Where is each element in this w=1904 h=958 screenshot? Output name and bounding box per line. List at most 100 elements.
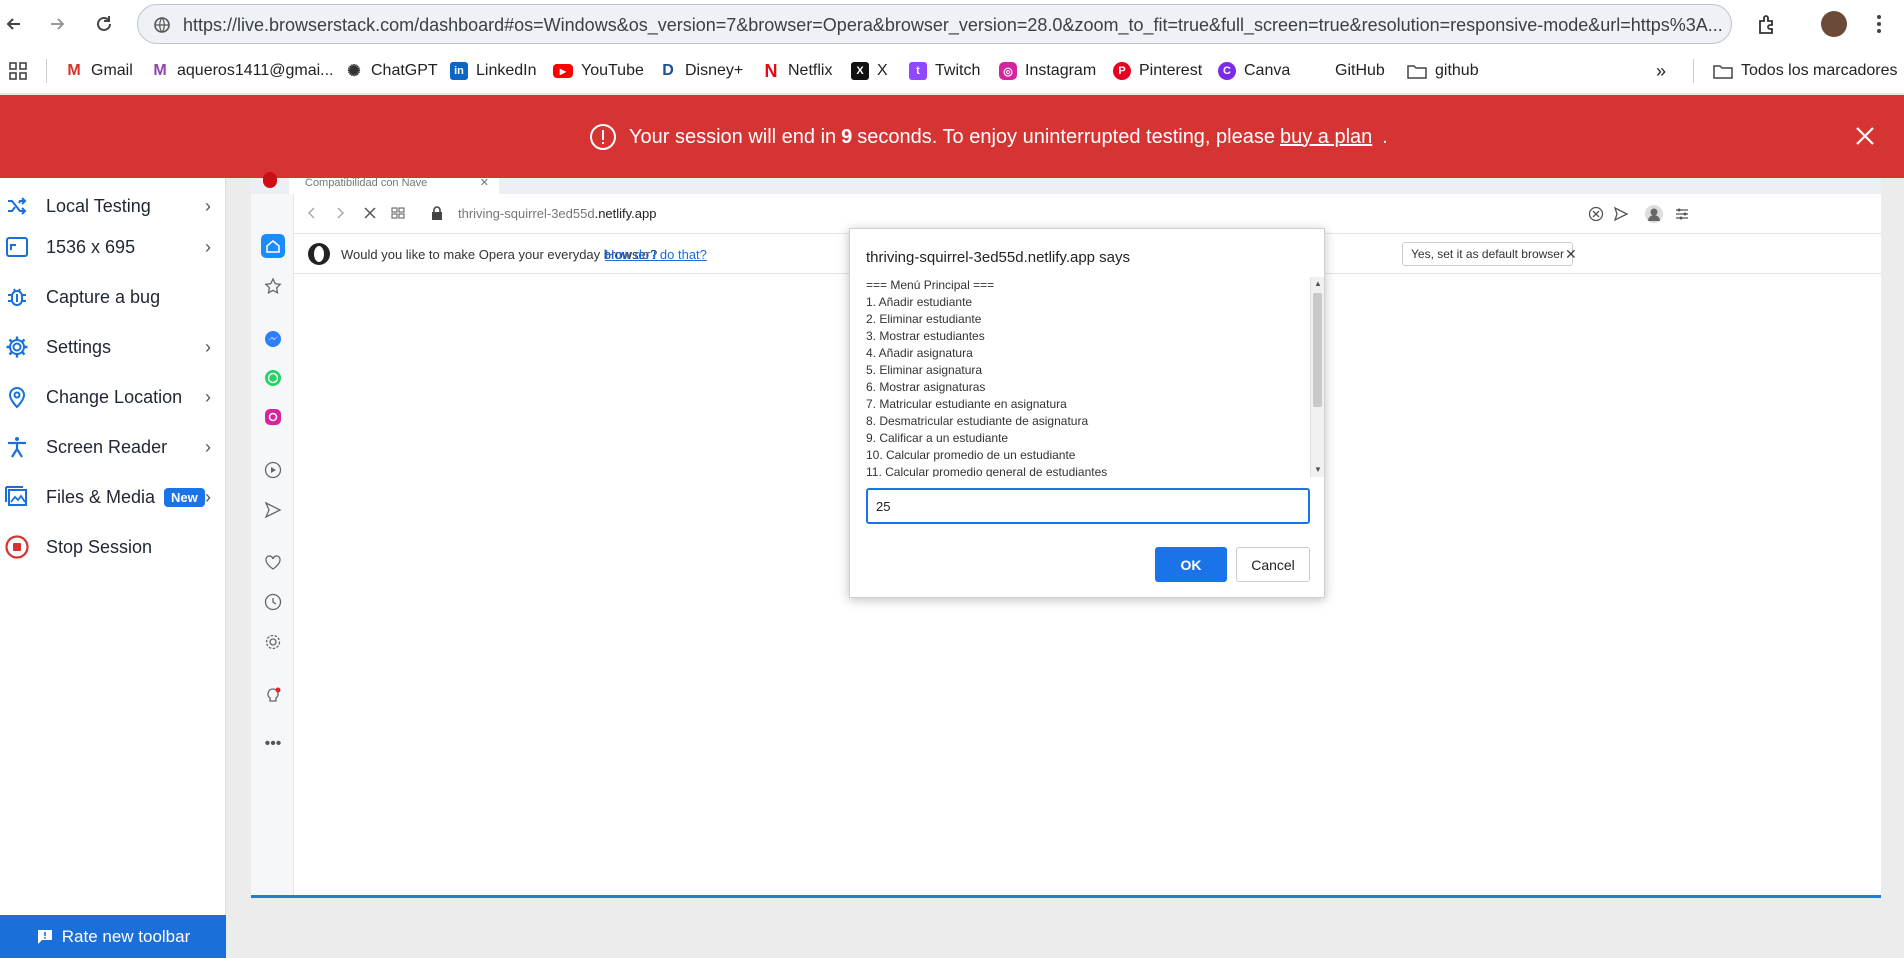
bookmark-github[interactable]: GitHub [1335,59,1385,83]
apps-grid-icon[interactable] [9,62,27,80]
more-dots-icon[interactable]: ••• [261,732,285,756]
extensions-icon[interactable] [1755,12,1779,36]
how-to-link[interactable]: How do I do that? [605,247,707,262]
bookmark-x[interactable]: X X [851,59,888,83]
dialog-scrollbar[interactable]: ▲ ▼ [1310,277,1324,477]
reload-icon[interactable] [92,12,116,36]
toolbar-item-label: Stop Session [46,536,153,557]
bookmark-disney[interactable]: D Disney+ [659,59,743,83]
scrollbar-thumb[interactable] [1313,293,1322,407]
send-icon[interactable] [1613,206,1629,222]
scroll-up-arrow-icon[interactable]: ▲ [1314,279,1322,288]
toolbar-item-capture-bug[interactable]: Capture a bug [0,277,226,317]
bookmark-canva[interactable]: C Canva [1218,59,1290,83]
bookmark-folder-github[interactable]: github [1407,59,1479,83]
message-line: 4. Añadir asignatura [866,346,973,360]
bookmark-youtube[interactable]: ▶ YouTube [553,59,644,83]
toolbar-item-resolution[interactable]: 1536 x 695 › [0,227,226,267]
forward-arrow-icon[interactable] [332,205,348,221]
opera-tab-strip: Compatibilidad con Nave ✕ [251,172,1881,194]
youtube-icon: ▶ [553,64,573,78]
toolbar-item-stop-session[interactable]: Stop Session [0,527,226,567]
toolbar-item-screen-reader[interactable]: Screen Reader › [0,427,226,467]
lock-icon[interactable] [430,205,444,221]
toolbar-item-change-location[interactable]: Change Location › [0,377,226,417]
site-info-icon[interactable] [152,15,172,35]
toolbar-item-settings[interactable]: Settings › [0,327,226,367]
profile-avatar[interactable] [1821,11,1847,37]
bug-icon [2,282,32,312]
speed-dial-home-icon[interactable] [261,234,285,258]
bookmark-label: github [1435,62,1479,79]
bookmark-netflix[interactable]: N Netflix [762,59,833,83]
close-infobar-icon[interactable]: ✕ [1565,246,1577,263]
bookmark-gmail-account[interactable]: M aqueros1411@gmai... [151,59,333,83]
message-line: 5. Eliminar asignatura [866,363,983,377]
easy-setup-icon[interactable] [1674,206,1690,222]
bookmark-twitch[interactable]: t Twitch [909,59,980,83]
rate-toolbar-button[interactable]: Rate new toolbar [0,915,226,958]
message-line: 3. Mostrar estudiantes [866,329,985,343]
adblock-icon[interactable] [1588,206,1604,222]
gear-icon[interactable] [261,630,285,654]
gmail-icon: M [153,62,167,79]
all-bookmarks-button[interactable]: Todos los marcadores [1713,59,1898,83]
buy-plan-link[interactable]: buy a plan [1280,126,1372,149]
opera-logo-icon[interactable] [263,172,277,188]
back-arrow-icon[interactable] [304,205,320,221]
address-bar[interactable]: https://live.browserstack.com/dashboard#… [137,4,1732,44]
bookmark-linkedin[interactable]: in LinkedIn [450,59,537,83]
dialog-message: === Menú Principal === 1. Añadir estudia… [866,277,1311,477]
opera-url[interactable]: thriving-squirrel-3ed55d.netlify.app [458,206,657,221]
heart-icon[interactable] [261,551,285,575]
bookmark-label: Disney+ [685,62,744,79]
rate-toolbar-label: Rate new toolbar [61,926,191,946]
instagram-icon: ◎ [999,62,1017,80]
chevron-right-icon: › [205,196,211,216]
tab-title: Compatibilidad con Nave [305,178,428,189]
whatsapp-icon[interactable] [261,366,285,390]
scroll-down-arrow-icon[interactable]: ▼ [1314,465,1322,474]
message-line: 10. Calcular promedio de un estudiante [866,448,1076,462]
tab-close-icon[interactable]: ✕ [480,178,489,189]
messenger-icon[interactable] [261,327,285,351]
viewport-bottom-edge [251,895,1881,898]
ok-button[interactable]: OK [1155,547,1227,582]
banner-text-prefix: Your session will end in [629,125,837,148]
close-banner-icon[interactable] [1855,126,1875,146]
history-clock-icon[interactable] [261,590,285,614]
bookmarks-star-icon[interactable] [261,274,285,298]
location-pin-icon [2,382,32,412]
toolbar-item-files-media[interactable]: Files & Media New › [0,477,226,517]
bookmark-label: Instagram [1025,62,1097,79]
bookmark-label: Pinterest [1139,62,1203,79]
local-testing-icon [2,191,32,221]
stop-icon [2,532,32,562]
bookmark-pinterest[interactable]: P Pinterest [1113,59,1202,83]
prompt-input[interactable] [866,488,1310,524]
menu-dots-icon[interactable] [1877,12,1881,36]
set-default-browser-button[interactable]: Yes, set it as default browser [1402,242,1573,266]
dialog-title: thriving-squirrel-3ed55d.netlify.app say… [866,249,1131,266]
bookmarks-overflow-button[interactable]: » [1656,59,1666,83]
instagram-icon[interactable] [261,405,285,429]
lightbulb-icon[interactable] [261,684,285,708]
bookmark-instagram[interactable]: ◎ Instagram [999,59,1096,83]
x-icon: X [851,62,869,80]
player-icon[interactable] [261,458,285,482]
stop-loading-icon[interactable] [362,205,378,221]
opera-tab[interactable]: Compatibilidad con Nave ✕ [289,178,499,194]
tabs-grid-icon[interactable] [390,205,406,221]
toolbar-item-local-testing[interactable]: Local Testing › [0,186,226,226]
bookmarks-divider [1693,59,1694,83]
alert-icon [589,123,617,151]
bookmark-gmail[interactable]: M Gmail [65,59,132,83]
forward-arrow-icon[interactable] [45,12,69,36]
bookmark-chatgpt[interactable]: ✺ ChatGPT [345,59,437,83]
resolution-icon [2,232,32,262]
account-icon[interactable] [1644,204,1664,224]
back-arrow-icon[interactable] [2,12,26,36]
send-icon[interactable] [261,498,285,522]
cancel-button[interactable]: Cancel [1236,547,1310,582]
disney-icon: D [662,62,674,79]
